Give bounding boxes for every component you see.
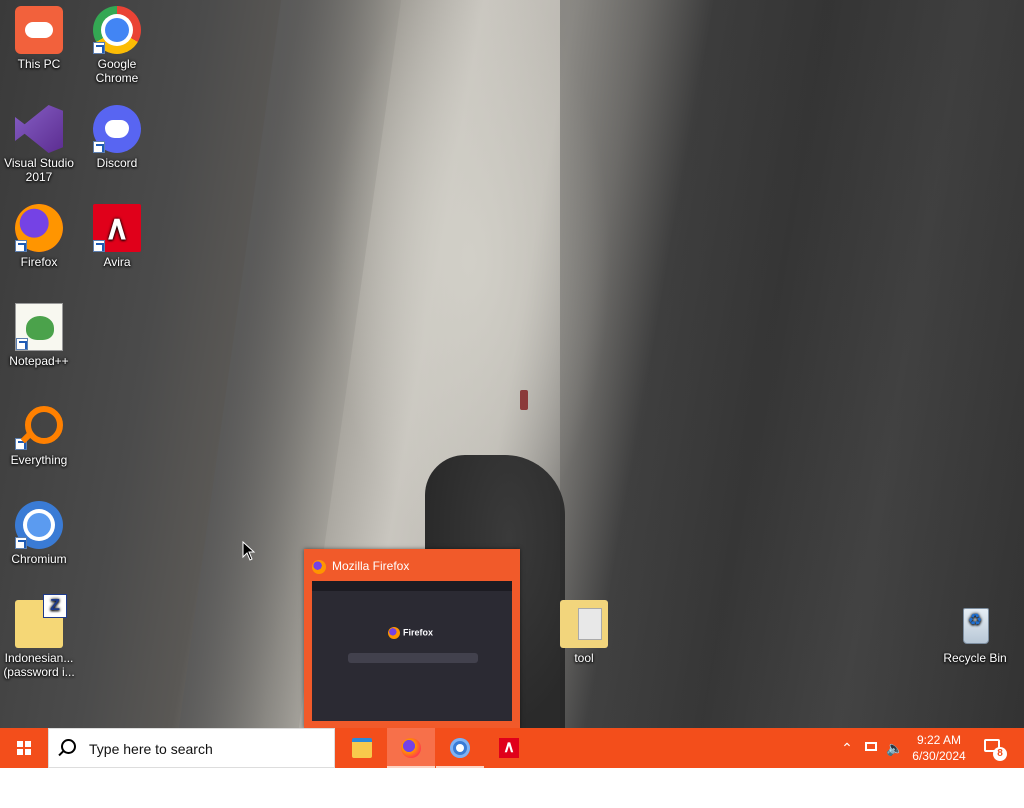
thumbnail-preview[interactable]: Firefox <box>312 581 512 721</box>
search-placeholder: Type here to search <box>89 741 213 757</box>
firefox-icon <box>401 738 421 758</box>
taskbar-avira[interactable] <box>485 728 533 768</box>
clock-date: 6/30/2024 <box>912 749 966 763</box>
game-controller-icon <box>15 6 63 54</box>
desktop-icon-label: Indonesian... (password i... <box>3 651 75 679</box>
firefox-icon <box>388 627 400 639</box>
desktop-icon-recycle-bin[interactable]: Recycle Bin <box>937 594 1013 665</box>
desktop-icon-label: Notepad++ <box>9 354 69 368</box>
preview-logo: Firefox <box>388 627 433 639</box>
taskbar-chromium[interactable] <box>436 728 484 768</box>
desktop-icon-firefox[interactable]: Firefox <box>1 198 77 269</box>
desktop-icon-label: Avira <box>103 255 131 269</box>
magnifier-icon <box>15 402 63 450</box>
desktop-icon-indonesian-archive[interactable]: Indonesian... (password i... <box>1 594 77 679</box>
zip-folder-icon <box>15 594 67 648</box>
desktop-icon-tool[interactable]: tool <box>546 594 622 665</box>
desktop-icon-label: Recycle Bin <box>943 651 1007 665</box>
chromium-icon <box>450 738 470 758</box>
shortcut-arrow-icon <box>16 338 28 350</box>
visual-studio-icon <box>15 105 63 153</box>
thumbnail-header: Mozilla Firefox <box>312 557 409 575</box>
shortcut-arrow-icon <box>93 42 105 54</box>
volume-muted-icon[interactable]: 🔈ˣ <box>884 728 906 796</box>
avira-icon <box>93 204 141 252</box>
notepad-plus-plus-icon <box>15 303 63 351</box>
preview-search-bar <box>348 653 478 663</box>
shortcut-arrow-icon <box>15 438 27 450</box>
chrome-icon <box>93 6 141 54</box>
desktop-icon-label: Google Chrome <box>95 57 139 85</box>
file-explorer-icon <box>352 738 372 758</box>
desktop-icon-notepad-plus-plus[interactable]: Notepad++ <box>1 297 77 368</box>
desktop-icon-discord[interactable]: Discord <box>79 99 155 170</box>
shortcut-arrow-icon <box>93 240 105 252</box>
desktop-icon-label: Firefox <box>20 255 58 269</box>
taskbar-search-box[interactable]: Type here to search <box>48 728 335 768</box>
shortcut-arrow-icon <box>15 537 27 549</box>
desktop-icon-label: Discord <box>96 156 138 170</box>
thumbnail-title: Mozilla Firefox <box>332 559 410 573</box>
clock-time: 9:22 AM <box>916 733 962 747</box>
desktop-icon-google-chrome[interactable]: Google Chrome <box>79 0 155 85</box>
desktop-icon-label: This PC <box>17 57 61 71</box>
wallpaper-climber <box>520 390 528 410</box>
taskbar: Type here to search ⌃ 🔈ˣ 9:22 AM 6/30/20… <box>0 728 1024 796</box>
taskbar-file-explorer[interactable] <box>338 728 386 768</box>
show-hidden-icons-chevron-icon[interactable]: ⌃ <box>838 728 856 768</box>
desktop-icon-chromium[interactable]: Chromium <box>1 495 77 566</box>
shortcut-arrow-icon <box>15 240 27 252</box>
desktop-icon-label: Visual Studio 2017 <box>4 156 74 184</box>
preview-logo-text: Firefox <box>403 627 434 638</box>
firefox-taskbar-thumbnail[interactable]: Mozilla Firefox Firefox <box>304 549 520 728</box>
recycle-bin-icon <box>951 600 999 648</box>
avira-icon <box>499 738 519 758</box>
firefox-icon <box>312 559 326 574</box>
chromium-icon <box>15 501 63 549</box>
preview-toolbar <box>312 581 512 591</box>
desktop-icon-this-pc[interactable]: This PC <box>1 0 77 71</box>
taskbar-firefox[interactable] <box>387 728 435 768</box>
notification-count-badge: 8 <box>993 747 1007 761</box>
desktop-icon-label: tool <box>574 651 594 665</box>
start-button[interactable] <box>0 728 48 768</box>
discord-icon <box>93 105 141 153</box>
shortcut-arrow-icon <box>93 141 105 153</box>
action-center-button[interactable]: 8 <box>980 728 1010 768</box>
taskbar-clock[interactable]: 9:22 AM 6/30/2024 <box>908 728 970 772</box>
network-icon[interactable] <box>862 728 882 768</box>
firefox-icon <box>15 204 63 252</box>
desktop-icon-visual-studio[interactable]: Visual Studio 2017 <box>1 99 77 184</box>
search-icon <box>61 739 76 754</box>
desktop-icon-label: Chromium <box>11 552 67 566</box>
desktop-icon-label: Everything <box>10 453 68 467</box>
desktop-icon-everything[interactable]: Everything <box>1 396 77 467</box>
desktop-icon-avira[interactable]: Avira <box>79 198 155 269</box>
windows-logo-icon <box>17 741 31 755</box>
folder-icon <box>560 600 608 648</box>
